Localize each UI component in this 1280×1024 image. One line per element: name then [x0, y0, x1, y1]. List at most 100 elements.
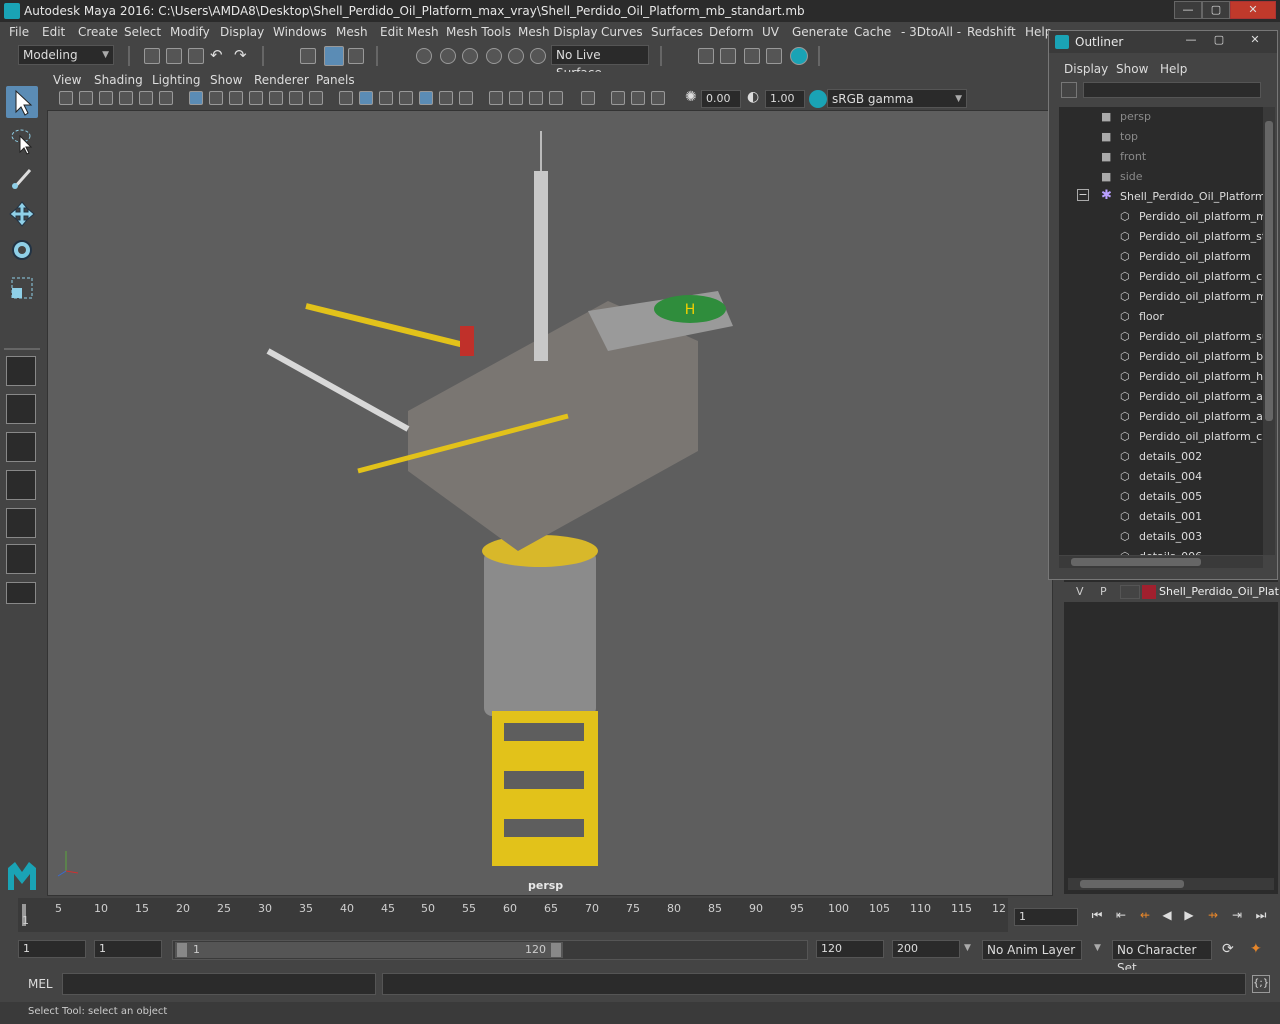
screen-space-ao-icon[interactable]: [489, 91, 503, 105]
outliner-vscroll-thumb[interactable]: [1265, 121, 1273, 421]
go-to-end-button[interactable]: ⏭: [1252, 906, 1270, 924]
scale-tool-icon[interactable]: [6, 272, 38, 304]
menu-display[interactable]: Display: [220, 25, 264, 39]
menu-mesh[interactable]: Mesh: [336, 25, 368, 39]
2d-pan-zoom-icon[interactable]: [139, 91, 153, 105]
list-item[interactable]: ⬡ details_006: [1059, 547, 1263, 555]
list-item[interactable]: ⬡ details_001: [1059, 507, 1263, 527]
layer-visibility-toggle[interactable]: V: [1076, 585, 1084, 598]
gate-mask-icon[interactable]: [249, 91, 263, 105]
menu-edit[interactable]: Edit: [42, 25, 65, 39]
outliner-hscroll-thumb[interactable]: [1071, 558, 1201, 566]
exposure-field[interactable]: 0.00: [701, 90, 741, 108]
camera-attributes-icon[interactable]: [79, 91, 93, 105]
close-button[interactable]: ✕: [1230, 1, 1276, 19]
list-item[interactable]: ⬡ Perdido_oil_platform_m: [1059, 287, 1263, 307]
motion-blur-icon[interactable]: [509, 91, 523, 105]
list-item[interactable]: ⬡ details_002: [1059, 447, 1263, 467]
chevron-down-icon[interactable]: ▼: [1094, 943, 1101, 953]
custom-layout-icon[interactable]: [6, 582, 36, 604]
time-slider[interactable]: 1 5 10 15 20 25 30 35 40 45 50 55 60 65 …: [18, 898, 1008, 932]
menu-uv[interactable]: UV: [762, 25, 779, 39]
xray-components-icon[interactable]: [651, 91, 665, 105]
list-item[interactable]: ⬡ Perdido_oil_platform_ca: [1059, 427, 1263, 447]
step-back-frame-button[interactable]: ⇷: [1136, 906, 1154, 924]
outliner-filter-icon[interactable]: [1061, 82, 1077, 98]
outliner-layout-icon[interactable]: [6, 508, 36, 538]
outliner-maximize-button[interactable]: ▢: [1209, 33, 1229, 49]
wireframe-icon[interactable]: [339, 91, 353, 105]
outliner-vscrollbar[interactable]: [1263, 107, 1275, 555]
menu-mesh-tools[interactable]: Mesh Tools: [446, 25, 511, 39]
xray-icon[interactable]: [611, 91, 625, 105]
menu-surfaces[interactable]: Surfaces: [651, 25, 703, 39]
menu-mesh-display[interactable]: Mesh Display: [518, 25, 598, 39]
character-set-dropdown[interactable]: No Character Set: [1112, 940, 1212, 975]
menu-select[interactable]: Select: [124, 25, 161, 39]
xray-joints-icon[interactable]: [631, 91, 645, 105]
list-item[interactable]: − ✱ Shell_Perdido_Oil_Platform_: [1059, 187, 1263, 207]
shadows-icon[interactable]: [459, 91, 473, 105]
color-management-icon[interactable]: [809, 90, 827, 108]
film-gate-icon[interactable]: [209, 91, 223, 105]
layer-hscrollbar[interactable]: [1068, 878, 1274, 890]
panel-menu-view[interactable]: View: [53, 73, 81, 87]
list-item[interactable]: ⬡ Perdido_oil_platform_m: [1059, 207, 1263, 227]
range-handle-right[interactable]: [551, 943, 561, 957]
redo-icon[interactable]: ↷: [234, 46, 247, 64]
outliner-menu-help[interactable]: Help: [1160, 62, 1187, 76]
grid-icon[interactable]: [189, 91, 203, 105]
menu-create[interactable]: Create: [78, 25, 118, 39]
ipr-icon[interactable]: [744, 48, 760, 64]
select-object-icon[interactable]: [324, 46, 344, 66]
bookmark-icon[interactable]: [99, 91, 113, 105]
maximize-button[interactable]: ▢: [1202, 1, 1230, 19]
snap-view-icon[interactable]: [486, 48, 502, 64]
depth-of-field-icon[interactable]: [549, 91, 563, 105]
panel-menu-shading[interactable]: Shading: [94, 73, 143, 87]
two-pane-layout-icon[interactable]: [6, 432, 36, 462]
range-slider-thumb[interactable]: 1 120: [175, 942, 563, 958]
anim-layer-dropdown[interactable]: No Anim Layer: [982, 940, 1082, 960]
snap-surface-icon[interactable]: [508, 48, 524, 64]
outliner-menu-display[interactable]: Display: [1064, 62, 1108, 76]
auto-key-icon[interactable]: ⟳: [1222, 941, 1240, 959]
list-item[interactable]: ⬡ details_004: [1059, 467, 1263, 487]
preferences-icon[interactable]: ✦: [1250, 941, 1268, 959]
gamma-field[interactable]: 1.00: [765, 90, 805, 108]
live-surface-field[interactable]: No Live Surface: [551, 45, 649, 80]
layer-hscroll-thumb[interactable]: [1080, 880, 1184, 888]
render-frame-icon[interactable]: [698, 48, 714, 64]
resolution-gate-icon[interactable]: [229, 91, 243, 105]
step-forward-frame-button[interactable]: ⇸: [1204, 906, 1222, 924]
smooth-shade-icon[interactable]: [359, 91, 373, 105]
list-item[interactable]: ■ side: [1059, 167, 1263, 187]
list-item[interactable]: ⬡ Perdido_oil_platform_ce: [1059, 267, 1263, 287]
list-item[interactable]: ⬡ Perdido_oil_platform_ar: [1059, 407, 1263, 427]
outliner-search-input[interactable]: [1083, 82, 1261, 98]
list-item[interactable]: ⬡ Perdido_oil_platform_su: [1059, 327, 1263, 347]
list-item[interactable]: ⬡ floor: [1059, 307, 1263, 327]
list-item[interactable]: ⬡ details_005: [1059, 487, 1263, 507]
camera-select-icon[interactable]: [59, 91, 73, 105]
anti-aliasing-icon[interactable]: [529, 91, 543, 105]
new-scene-icon[interactable]: [144, 48, 160, 64]
panel-menu-panels[interactable]: Panels: [316, 73, 355, 87]
single-pane-layout-icon[interactable]: [6, 356, 36, 386]
playback-start-field[interactable]: 1: [94, 940, 162, 958]
panel-menu-show[interactable]: Show: [210, 73, 242, 87]
rotate-tool-icon[interactable]: [6, 234, 38, 266]
outliner-close-button[interactable]: ✕: [1245, 33, 1265, 49]
list-item[interactable]: ⬡ Perdido_oil_platform_b: [1059, 347, 1263, 367]
ipr-render-icon[interactable]: [720, 48, 736, 64]
default-material-icon[interactable]: [399, 91, 413, 105]
collapse-icon[interactable]: −: [1077, 189, 1089, 201]
list-item[interactable]: ⬡ details_003: [1059, 527, 1263, 547]
list-item[interactable]: ⬡ Perdido_oil_platform_ar: [1059, 387, 1263, 407]
list-item[interactable]: ⬡ Perdido_oil_platform: [1059, 247, 1263, 267]
outliner-minimize-button[interactable]: —: [1181, 33, 1201, 49]
grease-pencil-icon[interactable]: [159, 91, 173, 105]
minimize-button[interactable]: —: [1174, 1, 1202, 19]
step-forward-key-button[interactable]: ⇥: [1228, 906, 1246, 924]
paint-select-tool-icon[interactable]: [6, 162, 38, 194]
